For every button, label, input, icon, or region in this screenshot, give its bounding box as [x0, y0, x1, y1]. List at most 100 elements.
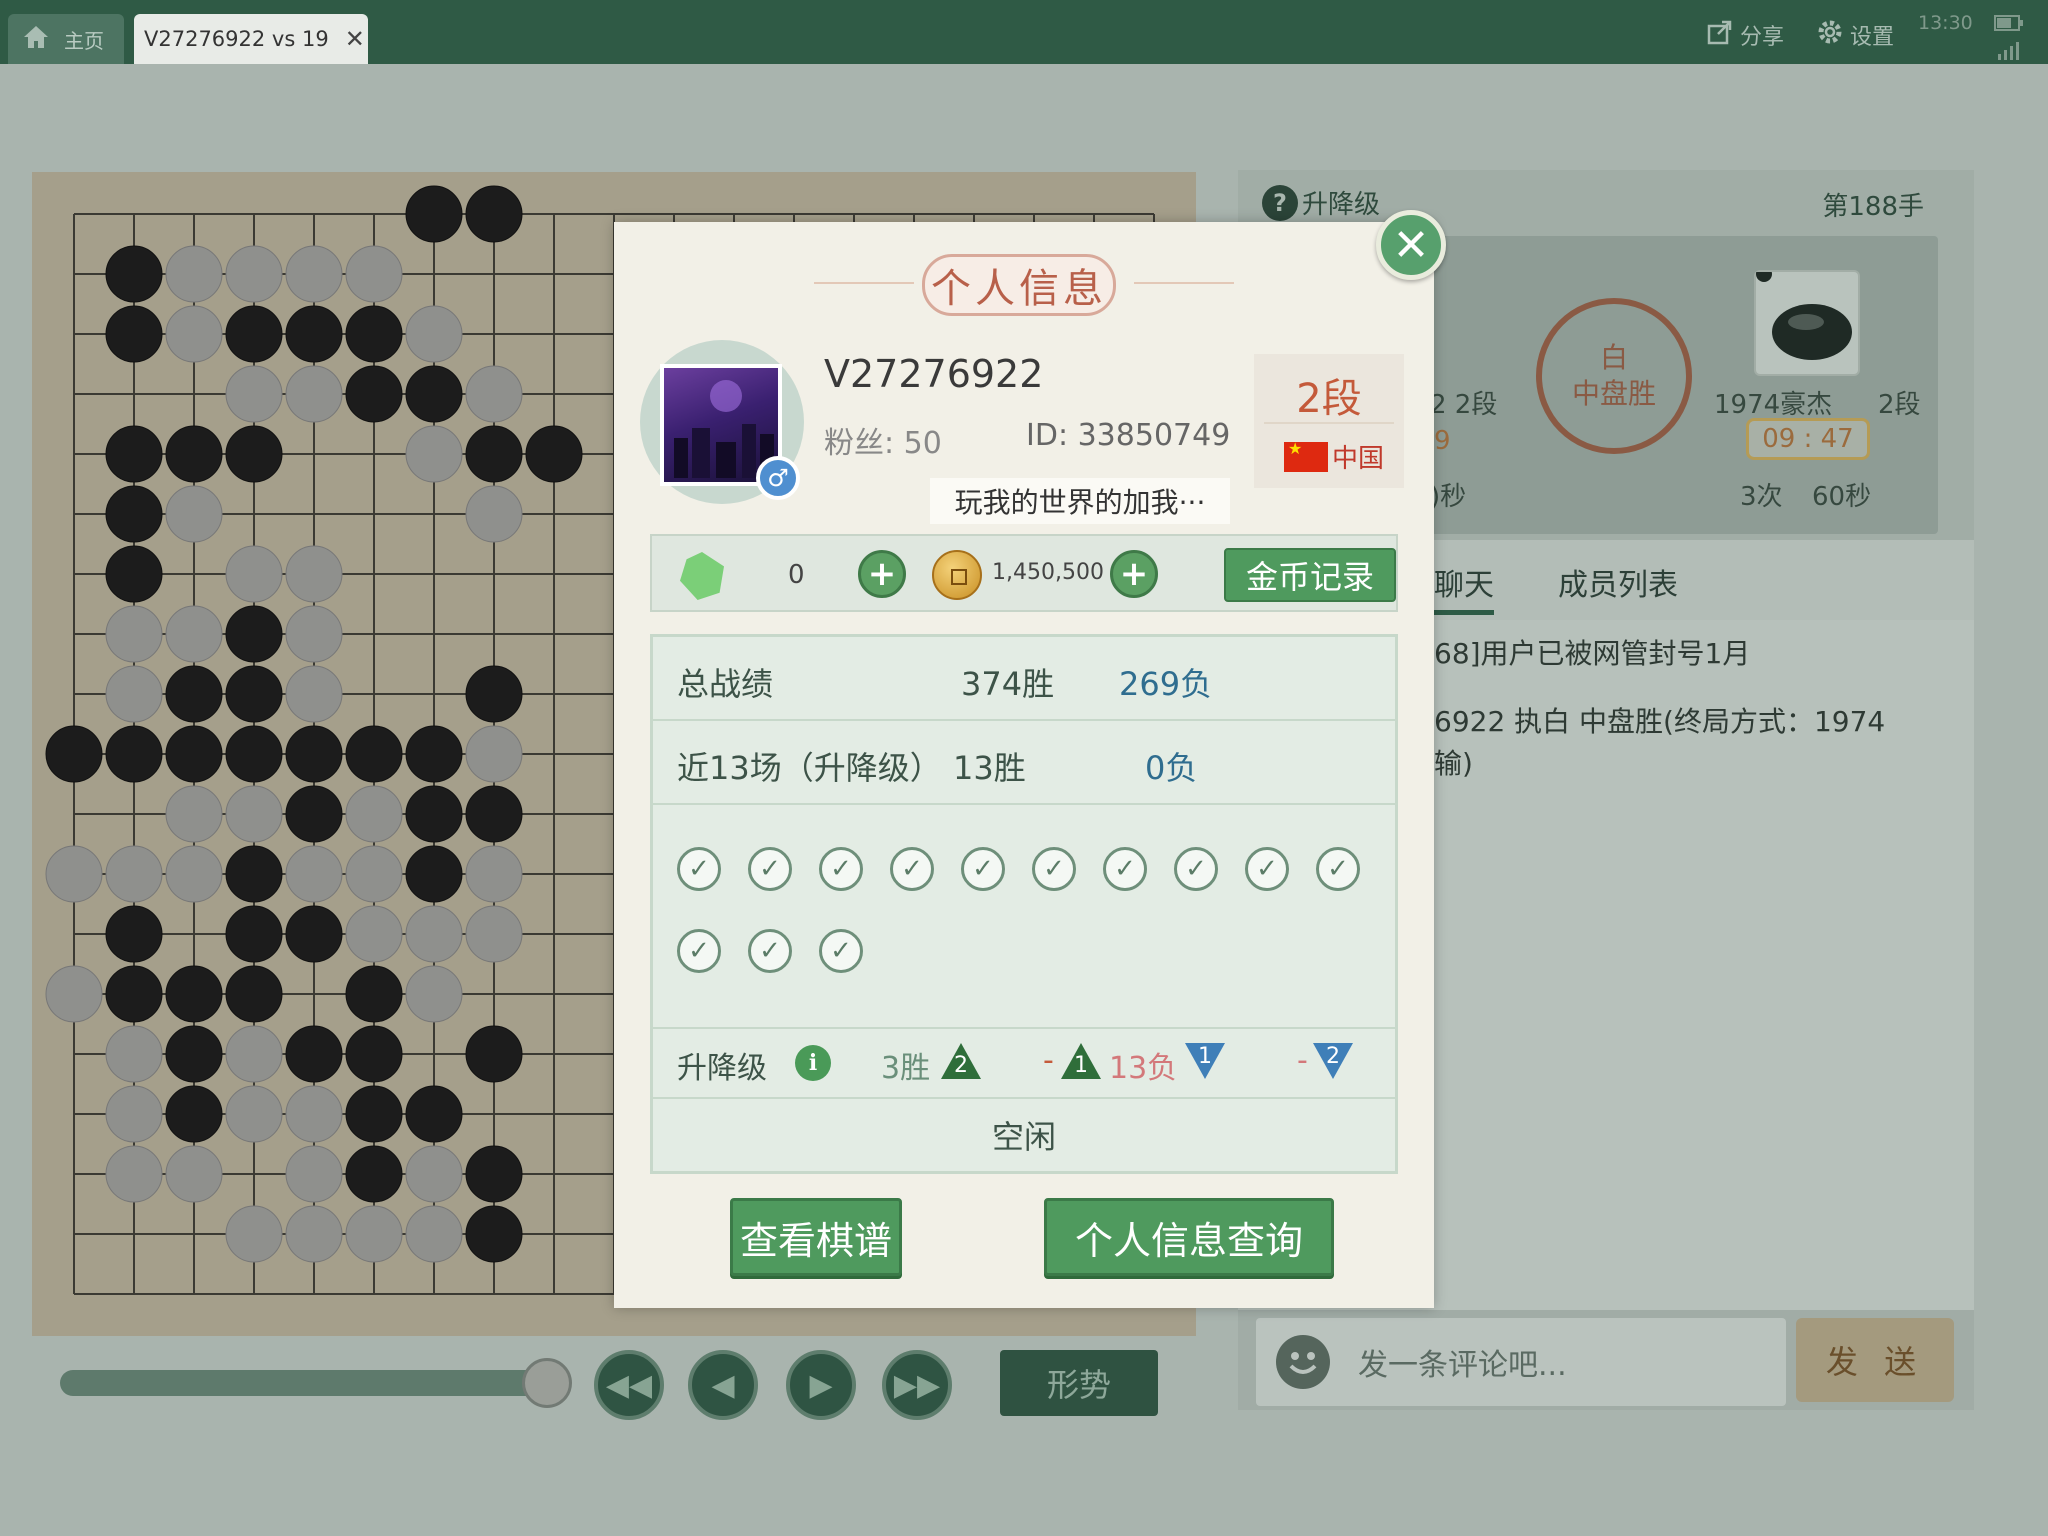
- white-stone: [165, 305, 223, 363]
- tab-members[interactable]: 成员列表: [1558, 560, 1678, 604]
- share-button[interactable]: 分享: [1706, 18, 1784, 52]
- result-text: 中盘胜: [1571, 377, 1656, 410]
- promotion-label: 升降级: [677, 1051, 767, 1086]
- black-stone: [225, 425, 283, 483]
- share-icon: [1706, 18, 1734, 52]
- close-dialog-button[interactable]: ✕: [1376, 210, 1446, 280]
- clock: 13:30: [1918, 12, 1973, 34]
- white-stone: [165, 1145, 223, 1203]
- country-label: 中国: [1332, 444, 1385, 474]
- promote-triangle-icon: 2: [941, 1043, 981, 1079]
- black-stone: [105, 725, 163, 783]
- white-stone: [405, 905, 463, 963]
- chat-message: 6922 执白 中盘胜(终局方式：1974: [1434, 705, 1886, 738]
- black-stone: [465, 665, 523, 723]
- user-id: ID: 33850749: [1026, 418, 1231, 453]
- send-button[interactable]: 发 送: [1796, 1318, 1954, 1402]
- black-stone: [105, 425, 163, 483]
- next-move-button[interactable]: ▶: [786, 1350, 856, 1420]
- total-record-row: 总战绩 374胜 269负: [653, 637, 1395, 721]
- white-stone: [345, 245, 403, 303]
- dialog-title: 个人信息: [922, 254, 1116, 316]
- gem-icon: [680, 552, 724, 600]
- total-losses: 269负: [1119, 665, 1213, 703]
- white-stone: [345, 785, 403, 843]
- black-stone: [345, 725, 403, 783]
- title-divider: [1134, 282, 1234, 284]
- share-label: 分享: [1740, 25, 1785, 50]
- tab-game[interactable]: V27276922 vs 19 ✕: [134, 14, 368, 64]
- right-timer: 09 : 47: [1746, 418, 1870, 460]
- settings-button[interactable]: 设置: [1816, 18, 1894, 52]
- profile-dialog: 个人信息 ♂ V27276922 粉丝: 50 ID: 33850749 2段 …: [614, 222, 1434, 1308]
- white-stone: [405, 1145, 463, 1203]
- gear-icon: [1816, 18, 1844, 52]
- white-stone: [105, 845, 163, 903]
- right-player-name: 1974豪杰: [1714, 390, 1833, 420]
- white-stone: [405, 1205, 463, 1263]
- white-stone: [225, 365, 283, 423]
- black-stone: [345, 1025, 403, 1083]
- move-slider-handle[interactable]: [522, 1358, 573, 1408]
- comment-bar: 发一条评论吧... 发 送: [1238, 1310, 1974, 1410]
- move-slider[interactable]: [60, 1370, 548, 1396]
- black-stone: [465, 1025, 523, 1083]
- right-byoyomi-secs: 60秒: [1812, 482, 1872, 512]
- white-stone: [105, 605, 163, 663]
- fast-rewind-icon: ◀◀: [605, 1367, 653, 1403]
- info-icon[interactable]: i: [795, 1045, 831, 1081]
- white-stone: [345, 845, 403, 903]
- white-stone: [285, 245, 343, 303]
- china-flag-icon: [1284, 439, 1328, 472]
- position-judge-button[interactable]: 形势: [1000, 1350, 1158, 1416]
- coin-record-button[interactable]: 金币记录: [1224, 548, 1396, 602]
- right-byoyomi-count: 3次: [1740, 482, 1783, 512]
- view-games-button[interactable]: 查看棋谱: [730, 1198, 902, 1276]
- white-stone: [285, 1145, 343, 1203]
- white-stone: [45, 965, 103, 1023]
- stats-panel: 总战绩 374胜 269负 近13场（升降级） 13胜 0负 ✓ ✓ ✓ ✓ ✓ ✓ ✓ ✓ ✓…: [650, 634, 1398, 1174]
- rank-label: 2段: [1296, 376, 1362, 422]
- black-stone: [225, 905, 283, 963]
- comment-input[interactable]: 发一条评论吧...: [1256, 1318, 1786, 1406]
- prev-move-button[interactable]: ◀: [688, 1350, 758, 1420]
- emoji-icon[interactable]: [1276, 1335, 1330, 1389]
- black-stone: [225, 965, 283, 1023]
- dialog-header: 个人信息: [614, 252, 1434, 316]
- mode-label: 升降级: [1302, 190, 1381, 220]
- white-stone: [225, 1085, 283, 1143]
- close-tab-icon[interactable]: ✕: [345, 25, 365, 53]
- black-stone: [285, 725, 343, 783]
- white-stone: [465, 365, 523, 423]
- black-stone: [285, 1025, 343, 1083]
- left-player-rank: 2 2段: [1430, 390, 1498, 420]
- black-stone: [225, 725, 283, 783]
- demotion-losses: 13负: [1109, 1051, 1178, 1086]
- left-byoyomi: )秒: [1430, 482, 1467, 512]
- black-stone: [345, 365, 403, 423]
- male-icon: ♂: [756, 456, 800, 500]
- total-record-label: 总战绩: [677, 665, 774, 703]
- black-stone: [105, 305, 163, 363]
- next-icon: ▶: [809, 1367, 833, 1403]
- tab-home[interactable]: 主页: [8, 14, 124, 64]
- white-stone: [465, 845, 523, 903]
- add-gems-button[interactable]: +: [858, 550, 906, 598]
- profile-query-button[interactable]: 个人信息查询: [1044, 1198, 1334, 1276]
- black-stone: [285, 905, 343, 963]
- fast-forward-icon: ▶▶: [893, 1367, 941, 1403]
- white-stone: [345, 1205, 403, 1263]
- black-stone: [405, 725, 463, 783]
- status-label: 空闲: [991, 1118, 1056, 1156]
- white-stone: [285, 605, 343, 663]
- rewind-fast-button[interactable]: ◀◀: [594, 1350, 664, 1420]
- help-icon[interactable]: ?: [1262, 184, 1298, 221]
- white-stone: [285, 845, 343, 903]
- tab-game-label: V27276922 vs 19: [144, 27, 329, 51]
- black-stone: [465, 1205, 523, 1263]
- white-stone: [165, 845, 223, 903]
- white-stone: [165, 245, 223, 303]
- tab-chat[interactable]: 聊天: [1434, 560, 1494, 615]
- add-coins-button[interactable]: +: [1110, 550, 1158, 598]
- forward-fast-button[interactable]: ▶▶: [882, 1350, 952, 1420]
